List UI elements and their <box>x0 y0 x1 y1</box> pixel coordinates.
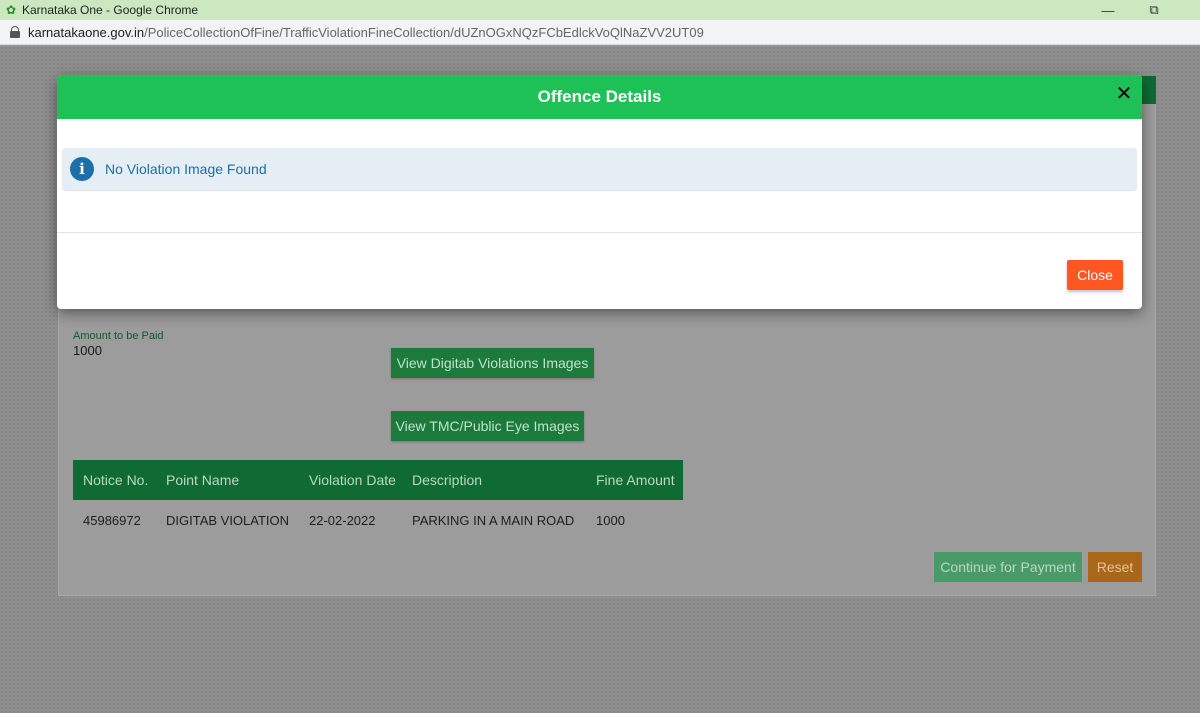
column-header-point-name: Point Name <box>156 460 299 500</box>
offence-details-modal: Offence Details ✕ i No Violation Image F… <box>57 75 1142 309</box>
amount-label: Amount to be Paid <box>73 330 164 342</box>
minimize-icon[interactable]: — <box>1086 0 1130 20</box>
view-tmc-images-button[interactable]: View TMC/Public Eye Images <box>391 411 584 441</box>
close-icon[interactable]: ✕ <box>1112 82 1136 106</box>
table-row: 45986972 DIGITAB VIOLATION 22-02-2022 PA… <box>73 500 683 540</box>
karnataka-one-logo-icon: ✿ <box>5 3 17 17</box>
column-header-fine-amount: Fine Amount <box>586 460 683 500</box>
info-icon: i <box>70 157 94 181</box>
lock-icon[interactable] <box>10 26 20 38</box>
url-domain: karnatakaone.gov.in <box>28 24 145 40</box>
url-path: /PoliceCollectionOfFine/TrafficViolation… <box>144 24 704 40</box>
no-image-alert: i No Violation Image Found <box>62 148 1137 190</box>
table-header-row: Notice No. Point Name Violation Date Des… <box>73 460 683 500</box>
window-title: Karnataka One - Google Chrome <box>22 3 199 17</box>
continue-for-payment-button[interactable]: Continue for Payment <box>934 552 1082 582</box>
address-bar[interactable]: karnatakaone.gov.in/PoliceCollectionOfFi… <box>0 20 1200 45</box>
column-header-violation-date: Violation Date <box>299 460 402 500</box>
modal-header: Offence Details ✕ <box>57 75 1142 119</box>
alert-message: No Violation Image Found <box>105 161 267 177</box>
url-text[interactable]: karnatakaone.gov.in/PoliceCollectionOfFi… <box>28 25 704 40</box>
window-titlebar: ✿ Karnataka One - Google Chrome — ⧉ <box>0 0 1200 20</box>
cell-fine-amount: 1000 <box>596 512 625 528</box>
column-header-notice-no: Notice No. <box>73 460 156 500</box>
cell-description: PARKING IN A MAIN ROAD <box>412 512 575 528</box>
violations-table: Notice No. Point Name Violation Date Des… <box>73 460 683 540</box>
restore-icon[interactable]: ⧉ <box>1132 0 1176 20</box>
cell-notice-no: 45986972 <box>83 512 141 528</box>
reset-button[interactable]: Reset <box>1088 552 1142 582</box>
cell-violation-date: 22-02-2022 <box>309 512 376 528</box>
amount-value: 1000 <box>73 343 102 358</box>
view-digitab-images-button[interactable]: View Digitab Violations Images <box>391 348 594 378</box>
close-button[interactable]: Close <box>1067 260 1123 290</box>
modal-footer-divider <box>57 232 1142 233</box>
modal-title: Offence Details <box>537 87 662 106</box>
column-header-description: Description <box>402 460 586 500</box>
cell-point-name: DIGITAB VIOLATION <box>166 512 290 528</box>
